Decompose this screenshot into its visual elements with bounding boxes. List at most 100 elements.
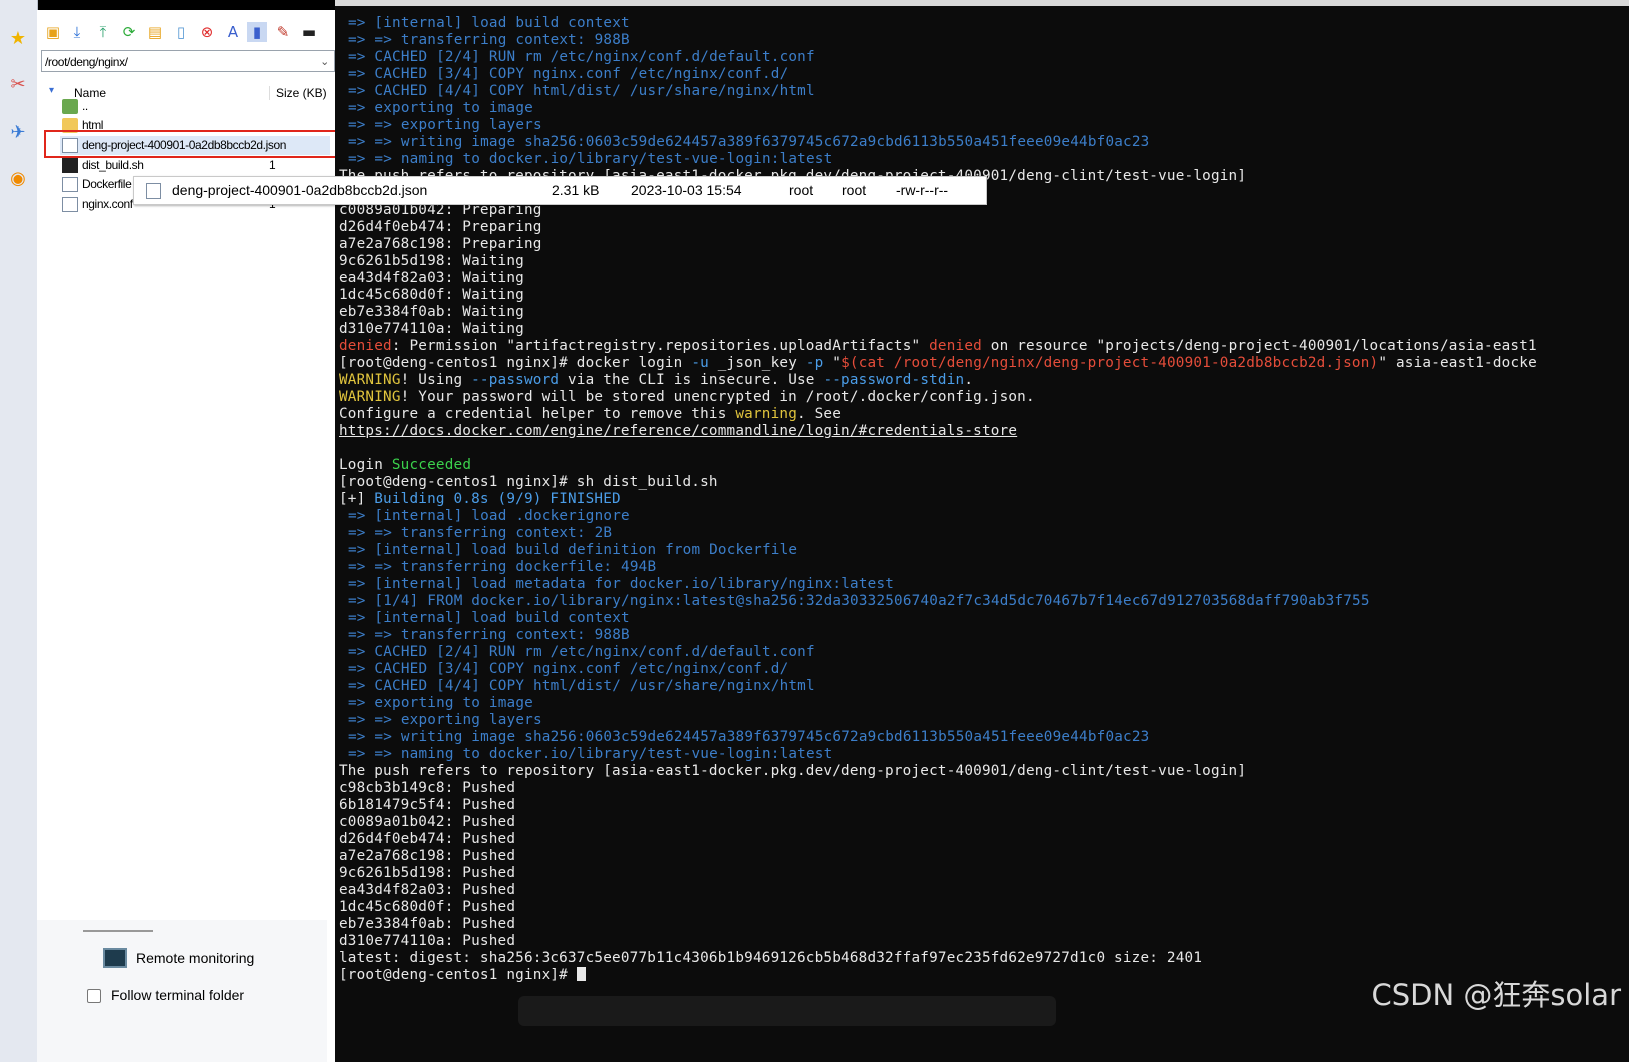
- terminal-text: . See: [797, 406, 842, 422]
- terminal-text: Configure a credential helper to remove …: [339, 406, 736, 422]
- terminal-text: d310e774110a: Waiting: [339, 321, 524, 337]
- chevron-down-icon[interactable]: ⌄: [320, 51, 329, 73]
- monitor-icon: [103, 948, 127, 968]
- terminal-text: => => writing image sha256:0603c59de6244…: [348, 729, 1150, 745]
- terminal-line: 1dc45c680d0f: Waiting: [339, 287, 524, 304]
- terminal-text[interactable]: https://docs.docker.com/engine/reference…: [339, 423, 1017, 439]
- globe-icon[interactable]: ◉: [7, 168, 29, 190]
- download-icon[interactable]: ⤓: [67, 22, 87, 42]
- terminal-text: => exporting to image: [348, 100, 533, 116]
- terminal-line: latest: digest: sha256:3c637c5ee077b11c4…: [339, 950, 1202, 967]
- checkbox[interactable]: [87, 989, 101, 1003]
- terminal-text: => [internal] load metadata for docker.i…: [348, 576, 895, 592]
- tools-wand-icon[interactable]: ✎: [273, 22, 293, 42]
- terminal-text: 9c6261b5d198: Pushed: [339, 865, 516, 881]
- terminal-text: => CACHED [2/4] RUN rm /etc/nginx/conf.d…: [348, 49, 815, 65]
- file-name: Dockerfile: [82, 177, 132, 191]
- file-icon: [62, 177, 78, 192]
- terminal-line: => => writing image sha256:0603c59de6244…: [348, 729, 1149, 746]
- terminal-text: The push refers to repository [asia-east…: [339, 763, 1247, 779]
- terminal-text: => => transferring context: 988B: [348, 32, 630, 48]
- terminal-output[interactable]: => [internal] load build context => => tr…: [335, 0, 1629, 1062]
- file-name: dist_build.sh: [82, 158, 144, 172]
- terminal-text: WARNING: [339, 372, 401, 388]
- terminal-line: d310e774110a: Waiting: [339, 321, 524, 338]
- terminal-line: [root@deng-centos1 nginx]#: [339, 967, 586, 984]
- terminal-line: d26d4f0eb474: Pushed: [339, 831, 515, 848]
- file-row-dist-build[interactable]: dist_build.sh 1: [62, 156, 332, 175]
- terminal-text: => => exporting layers: [348, 117, 542, 133]
- terminal-icon[interactable]: ▬: [299, 22, 319, 42]
- terminal-text: WARNING: [339, 389, 401, 405]
- sort-arrow-icon[interactable]: ▾: [49, 85, 54, 96]
- terminal-text: " asia-east1-docke: [1378, 355, 1537, 371]
- up-folder-icon: [62, 99, 78, 114]
- terminal-text: Login: [339, 457, 392, 473]
- top-tab-strip: [335, 0, 1629, 6]
- send-icon[interactable]: ✈: [7, 122, 29, 144]
- terminal-text: => CACHED [3/4] COPY nginx.conf /etc/ngi…: [348, 661, 789, 677]
- file-icon: [62, 197, 78, 212]
- new-folder-icon[interactable]: ▤: [145, 22, 165, 42]
- terminal-cursor: [576, 967, 586, 981]
- terminal-text: => => exporting layers: [348, 712, 542, 728]
- file-size: 1: [269, 158, 276, 172]
- rename-icon[interactable]: A: [223, 22, 243, 42]
- tooltip-owner: root: [789, 182, 814, 198]
- remote-monitoring-label: Remote monitoring: [136, 950, 255, 966]
- terminal-line: d310e774110a: Pushed: [339, 933, 515, 950]
- upload-icon[interactable]: ⤒: [93, 22, 113, 42]
- star-icon[interactable]: ★: [7, 28, 29, 50]
- terminal-text: --password: [471, 372, 560, 388]
- terminal-text: -p: [805, 355, 824, 371]
- terminal-text: c98cb3b149c8: Pushed: [339, 780, 516, 796]
- terminal-text: d26d4f0eb474: Pushed: [339, 831, 516, 847]
- terminal-text: => [1/4] FROM docker.io/library/nginx:la…: [348, 593, 1370, 609]
- terminal-text: -u: [691, 355, 709, 371]
- terminal-line: => => transferring context: 2B: [348, 525, 612, 542]
- delete-icon[interactable]: ⊗: [197, 22, 217, 42]
- terminal-line: 6b181479c5f4: Pushed: [339, 797, 515, 814]
- terminal-text: eb7e3384f0ab: Pushed: [339, 916, 516, 932]
- path-input[interactable]: /root/deng/nginx/ ⌄: [41, 50, 335, 72]
- sync-icon[interactable]: ⟳: [119, 22, 139, 42]
- terminal-line: WARNING! Using --password via the CLI is…: [339, 372, 973, 389]
- panel-bottom-section: Remote monitoring Follow terminal folder: [37, 920, 327, 1062]
- terminal-line: => exporting to image: [348, 100, 533, 117]
- terminal-line: 9c6261b5d198: Waiting: [339, 253, 524, 270]
- terminal-text: on resource "projects/deng-project-40090…: [981, 338, 1537, 354]
- properties-icon[interactable]: ▮: [247, 22, 267, 42]
- terminal-line: => => transferring dockerfile: 494B: [348, 559, 656, 576]
- terminal-text: eb7e3384f0ab: Waiting: [339, 304, 524, 320]
- terminal-text: --password-stdin: [823, 372, 965, 388]
- terminal-text: a7e2a768c198: Preparing: [339, 236, 542, 252]
- terminal-line: ea43d4f82a03: Waiting: [339, 270, 524, 287]
- terminal-text: => [internal] load build context: [348, 610, 630, 626]
- terminal-text: a7e2a768c198: Pushed: [339, 848, 516, 864]
- file-name: nginx.conf: [82, 197, 133, 211]
- terminal-text: => CACHED [2/4] RUN rm /etc/nginx/conf.d…: [348, 644, 815, 660]
- terminal-text: => CACHED [3/4] COPY nginx.conf /etc/ngi…: [348, 66, 789, 82]
- terminal-text: warning: [735, 406, 797, 422]
- terminal-line: => CACHED [4/4] COPY html/dist/ /usr/sha…: [348, 83, 815, 100]
- terminal-text: => => naming to docker.io/library/test-v…: [348, 151, 833, 167]
- terminal-line: Login Succeeded: [339, 457, 471, 474]
- refresh-folder-icon[interactable]: ▣: [43, 22, 63, 42]
- new-file-icon[interactable]: ▯: [171, 22, 191, 42]
- terminal-text: ": [823, 355, 842, 371]
- terminal-text: denied: [929, 338, 982, 354]
- terminal-line: c0089a01b042: Pushed: [339, 814, 515, 831]
- terminal-text: .: [964, 372, 974, 388]
- file-icon: [146, 183, 161, 199]
- tooltip-permissions: -rw-r--r--: [896, 182, 949, 198]
- terminal-text: => [internal] load build context: [348, 15, 630, 31]
- terminal-line: => CACHED [2/4] RUN rm /etc/nginx/conf.d…: [348, 49, 815, 66]
- tools-icon[interactable]: ✂: [7, 74, 29, 96]
- tooltip-group: root: [842, 182, 867, 198]
- terminal-line: => => transferring context: 988B: [348, 627, 630, 644]
- terminal-line: https://docs.docker.com/engine/reference…: [339, 423, 1017, 440]
- terminal-text: d26d4f0eb474: Preparing: [339, 219, 542, 235]
- splitter[interactable]: [83, 930, 153, 932]
- terminal-line: The push refers to repository [asia-east…: [339, 763, 1246, 780]
- file-row-up[interactable]: ..: [62, 97, 332, 116]
